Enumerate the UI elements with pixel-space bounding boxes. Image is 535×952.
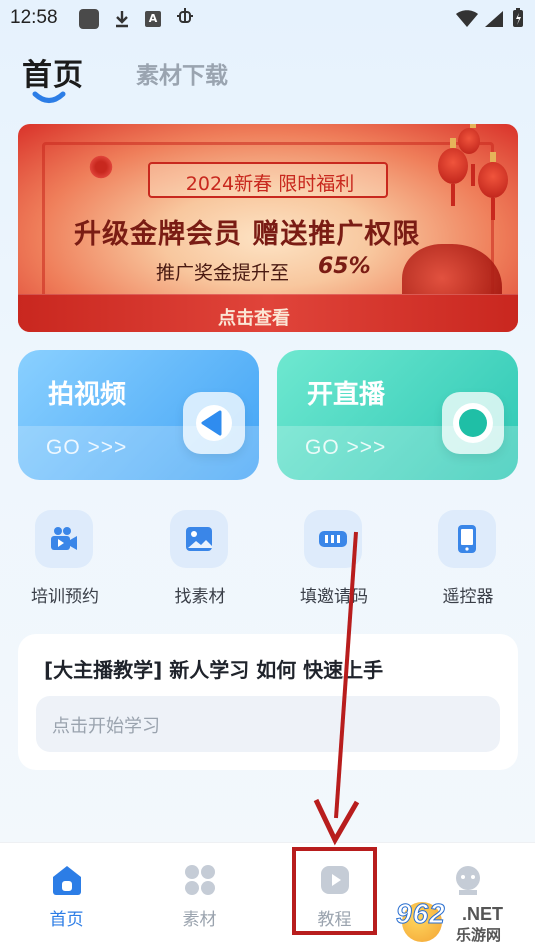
status-bar: 12:58 A [0, 0, 535, 36]
bug-icon [175, 6, 195, 26]
shoot-video-card[interactable]: 拍视频 GO >>> [18, 350, 259, 480]
profile-icon [451, 863, 485, 897]
nav-label: 素材 [182, 910, 217, 930]
quick-action-training[interactable]: 培训预约 [5, 510, 125, 610]
start-learning-field[interactable]: 点击开始学习 [36, 696, 500, 752]
quick-action-invite-code[interactable]: 填邀请码 [274, 510, 394, 610]
banner-percent: 65% [318, 254, 371, 279]
card-title: 拍视频 [48, 380, 127, 410]
card-go-link: GO >>> [305, 436, 387, 459]
download-icon [112, 9, 132, 29]
watermark-suffix: .NET [462, 904, 504, 924]
annotation-highlight-box [292, 847, 377, 935]
home-icon [50, 863, 84, 897]
nav-item-materials[interactable]: 素材 [133, 843, 266, 943]
banner-subline: 推广奖金提升至 [156, 262, 290, 284]
quick-action-label: 填邀请码 [300, 587, 368, 607]
battery-icon [512, 8, 524, 28]
banner-headline: 升级金牌会员 赠送推广权限 [74, 219, 421, 250]
banner-tag-text: 2024新春 限时福利 [185, 173, 355, 195]
banner-cta[interactable]: 点击查看 [218, 304, 290, 330]
start-learning-placeholder: 点击开始学习 [52, 716, 160, 737]
record-dot-icon [442, 392, 504, 454]
card-go-link: GO >>> [46, 436, 128, 459]
tab-active-indicator [32, 90, 66, 104]
phone-remote-icon [438, 510, 496, 568]
watermark: 962 .NET 乐游网 [396, 898, 532, 946]
banner-tag: 2024新春 限时福利 [148, 162, 388, 198]
top-tabs: 首页 素材下载 [0, 48, 535, 108]
a-badge-icon: A [145, 11, 161, 27]
code-input-icon [304, 510, 362, 568]
signal-icon [484, 10, 504, 30]
play-left-icon [183, 392, 245, 454]
lantern-icon [438, 138, 468, 206]
status-time: 12:58 [10, 7, 58, 28]
tab-materials-download[interactable]: 素材下载 [136, 56, 228, 90]
course-card[interactable]: [大主播教学] 新人学习 如何 快速上手 点击开始学习 [18, 634, 518, 770]
course-title: [大主播教学] 新人学习 如何 快速上手 [44, 658, 384, 682]
grid-icon [183, 863, 217, 897]
image-icon [170, 510, 228, 568]
watermark-brand: 962 [396, 898, 446, 930]
nav-label: 首页 [49, 910, 84, 930]
flower-ornament-icon [88, 154, 114, 180]
lantern-icon [478, 152, 508, 220]
quick-action-label: 找素材 [174, 587, 226, 607]
watermark-site: 乐游网 [456, 926, 502, 944]
nav-item-home[interactable]: 首页 [0, 843, 133, 943]
quick-action-label: 培训预约 [31, 587, 99, 607]
start-live-card[interactable]: 开直播 GO >>> [277, 350, 518, 480]
quick-action-label: 遥控器 [442, 587, 494, 607]
quick-action-find-materials[interactable]: 找素材 [140, 510, 260, 610]
quick-action-remote[interactable]: 遥控器 [408, 510, 528, 610]
card-title: 开直播 [307, 380, 386, 410]
app-square-icon [79, 9, 99, 29]
tab-home[interactable]: 首页 [22, 50, 84, 94]
lantern-icon [458, 124, 480, 186]
wifi-icon [456, 10, 478, 30]
promo-banner[interactable]: 2024新春 限时福利 升级金牌会员 赠送推广权限 推广奖金提升至 65% 点击… [18, 124, 518, 332]
video-camera-icon [35, 510, 93, 568]
